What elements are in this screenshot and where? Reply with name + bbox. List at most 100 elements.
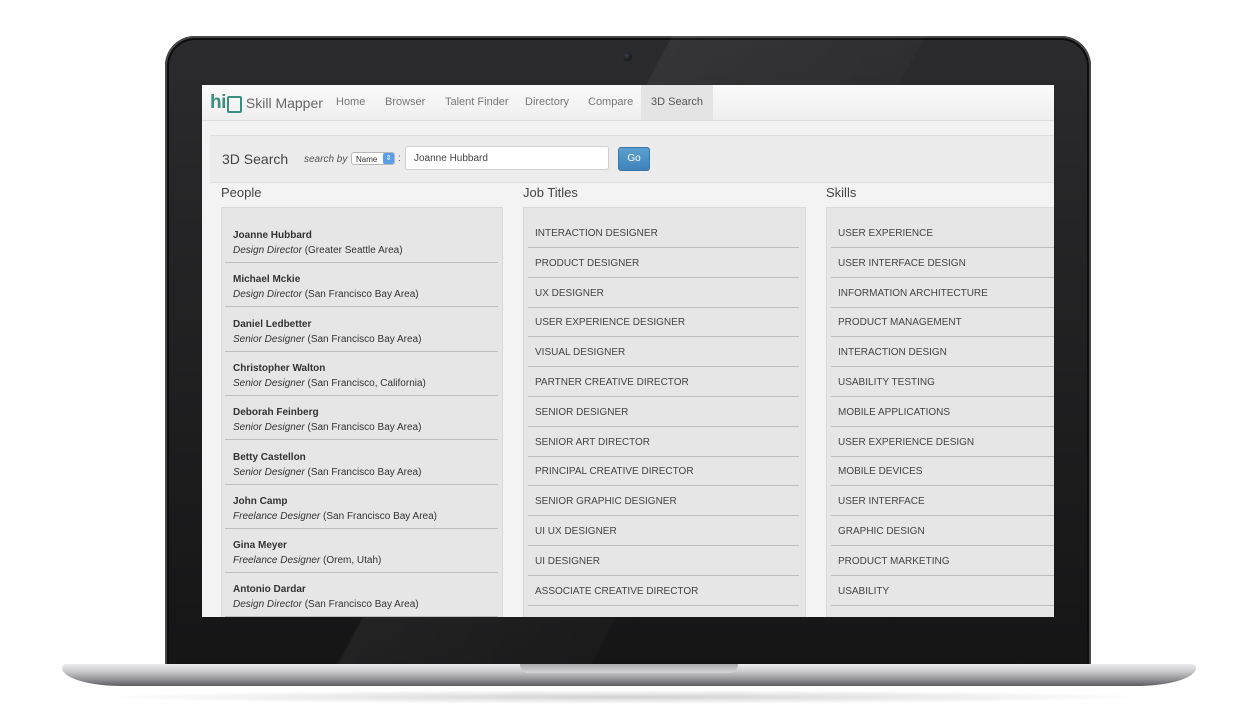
person-list-item[interactable]: John Camp Freelance Designer (San Francis… <box>225 486 498 529</box>
search-input[interactable] <box>405 146 609 170</box>
job-title-list-item[interactable]: VISUAL DESIGNER <box>528 338 799 368</box>
job-title-list-item[interactable]: PRODUCT DESIGNER <box>528 249 799 278</box>
person-name: Deborah Feinberg <box>233 407 319 419</box>
person-list-item[interactable]: Gina Meyer Freelance Designer (Orem, Utah… <box>225 530 498 574</box>
skill-list-item[interactable]: USER INTERFACE DESIGN <box>831 249 1054 278</box>
skill-list-item[interactable]: USABILITY TESTING <box>831 368 1054 397</box>
person-list-item[interactable]: Betty Castellon Senior Designer (San Fran… <box>225 442 498 485</box>
brand-logo[interactable]: hi Skill Mapper <box>210 91 323 115</box>
person-job-title: Senior Designer <box>233 422 305 434</box>
person-role: Senior Designer (San Francisco, Californ… <box>233 378 426 389</box>
person-name: Betty Castellon <box>233 451 306 463</box>
nav-item-directory[interactable]: Directory <box>515 85 579 120</box>
person-job-title: Senior Designer <box>233 466 305 478</box>
search-colon: : <box>398 153 401 164</box>
job-title-list-item[interactable]: SENIOR ART DIRECTOR <box>528 428 799 457</box>
nav-item-home[interactable]: Home <box>326 85 375 120</box>
person-role: Design Director (Greater Seattle Area) <box>233 245 403 256</box>
select-arrows-icon: ⇕ <box>383 153 394 164</box>
laptop-notch <box>520 664 738 673</box>
nav-item-talent-finder[interactable]: Talent Finder <box>435 85 519 120</box>
person-list-item[interactable]: Deborah Feinberg Senior Designer (San Fra… <box>225 397 498 441</box>
skill-list-item[interactable]: USER EXPERIENCE <box>831 219 1054 248</box>
person-location: (San Francisco Bay Area) <box>304 422 422 434</box>
search-bar: 3D Search search by Name ⇕ : Go <box>210 135 1054 183</box>
skill-list-item[interactable]: PRODUCT MANAGEMENT <box>831 308 1054 338</box>
person-job-title: Design Director <box>233 289 302 301</box>
skill-list-item[interactable]: MOBILE APPLICATIONS <box>831 398 1054 427</box>
person-role: Senior Designer (San Francisco Bay Area) <box>233 467 421 478</box>
job-title-list-item[interactable]: SENIOR GRAPHIC DESIGNER <box>528 487 799 517</box>
job-title-list-item[interactable]: UI UX DESIGNER <box>528 517 799 546</box>
person-location: (San Francisco Bay Area) <box>301 599 419 611</box>
nav-item-browser[interactable]: Browser <box>375 85 435 120</box>
person-list-item[interactable]: Christopher Walton Senior Designer (San F… <box>225 353 498 396</box>
job-title-list-item[interactable]: UI DESIGNER <box>528 547 799 576</box>
person-role: Freelance Designer (San Francisco Bay Ar… <box>233 511 437 522</box>
person-role: Freelance Designer (Orem, Utah) <box>233 555 381 566</box>
job-titles-list: INTERACTION DESIGNER PRODUCT DESIGNER UX D… <box>523 207 806 617</box>
job-title-list-item[interactable]: USER EXPERIENCE DESIGNER <box>528 308 799 338</box>
page-title: 3D Search <box>222 151 289 167</box>
job-title-list-item[interactable]: UX DESIGNER <box>528 279 799 308</box>
brand-hi: hi <box>210 92 226 113</box>
person-name: Daniel Ledbetter <box>233 318 312 330</box>
skill-list-item[interactable]: USER INTERFACE <box>831 487 1054 517</box>
person-list-item[interactable]: Daniel Ledbetter Senior Designer (San Fra… <box>225 309 498 352</box>
nav-item-compare[interactable]: Compare <box>578 85 643 120</box>
nav-item-3d-search[interactable]: 3D Search <box>641 85 713 120</box>
job-titles-heading: Job Titles <box>523 185 578 200</box>
person-role: Design Director (San Francisco Bay Area) <box>233 599 419 610</box>
person-location: (Greater Seattle Area) <box>301 245 403 256</box>
person-job-title: Senior Designer <box>233 377 305 389</box>
search-by-label: search by <box>304 154 348 165</box>
job-title-list-item[interactable]: PARTNER CREATIVE DIRECTOR <box>528 368 799 397</box>
search-by-select[interactable]: Name ⇕ <box>351 152 395 165</box>
person-list-item[interactable]: Michael Mckie Design Director (San Franci… <box>225 264 498 308</box>
person-role: Design Director (San Francisco Bay Area) <box>233 289 419 300</box>
job-title-list-item[interactable]: SENIOR DESIGNER <box>528 398 799 427</box>
person-job-title: Design Director <box>233 245 302 256</box>
laptop-shadow <box>90 690 1160 704</box>
person-job-title: Freelance Designer <box>233 510 321 522</box>
brand-name: Skill Mapper <box>245 95 323 111</box>
person-name: Antonio Dardar <box>233 584 306 596</box>
job-title-list-item[interactable]: PRINCIPAL CREATIVE DIRECTOR <box>528 457 799 487</box>
person-name: Michael Mckie <box>233 274 301 286</box>
job-title-list-item[interactable]: INTERACTION DESIGNER <box>528 219 799 248</box>
person-role: Senior Designer (San Francisco Bay Area) <box>233 334 421 345</box>
skill-list-item[interactable]: PRODUCT MARKETING <box>831 547 1054 576</box>
person-list-item[interactable]: Joanne Hubbard Design Director (Greater S… <box>225 220 498 263</box>
person-name: Joanne Hubbard <box>233 230 312 241</box>
person-name: Gina Meyer <box>233 540 287 552</box>
person-location: (San Francisco Bay Area) <box>301 289 419 301</box>
skill-list-item[interactable]: USABILITY <box>831 577 1054 606</box>
navbar: hi Skill Mapper Home Browser Talent Find… <box>202 85 1054 121</box>
person-location: (San Francisco Bay Area) <box>304 333 422 345</box>
person-location: (San Francisco, California) <box>304 377 426 389</box>
person-name: John Camp <box>233 495 288 507</box>
skills-list: USER EXPERIENCE USER INTERFACE DESIGN INFO… <box>826 207 1054 617</box>
person-list-item[interactable]: Antonio Dardar Design Director (San Franc… <box>225 574 498 617</box>
search-by-select-value: Name <box>356 155 378 164</box>
skill-list-item[interactable]: INTERACTION DESIGN <box>831 338 1054 368</box>
people-heading: People <box>221 185 262 200</box>
people-list: Joanne Hubbard Design Director (Greater S… <box>221 207 503 617</box>
app-screen: hi Skill Mapper Home Browser Talent Find… <box>202 85 1054 617</box>
camera-icon <box>622 51 633 62</box>
skill-list-item[interactable]: INFORMATION ARCHITECTURE <box>831 279 1054 308</box>
skill-list-item[interactable]: MOBILE DEVICES <box>831 457 1054 487</box>
go-button[interactable]: Go <box>618 147 650 171</box>
skill-list-item[interactable]: USER EXPERIENCE DESIGN <box>831 428 1054 457</box>
person-role: Senior Designer (San Francisco Bay Area) <box>233 422 421 433</box>
person-location: (Orem, Utah) <box>320 555 382 567</box>
skills-heading: Skills <box>826 185 857 200</box>
brand-q-icon <box>226 95 242 113</box>
person-job-title: Senior Designer <box>233 333 305 345</box>
person-location: (San Francisco Bay Area) <box>320 510 437 522</box>
person-job-title: Freelance Designer <box>233 555 321 567</box>
person-name: Christopher Walton <box>233 362 326 374</box>
person-job-title: Design Director <box>233 599 302 611</box>
job-title-list-item[interactable]: ASSOCIATE CREATIVE DIRECTOR <box>528 577 799 606</box>
skill-list-item[interactable]: GRAPHIC DESIGN <box>831 517 1054 546</box>
